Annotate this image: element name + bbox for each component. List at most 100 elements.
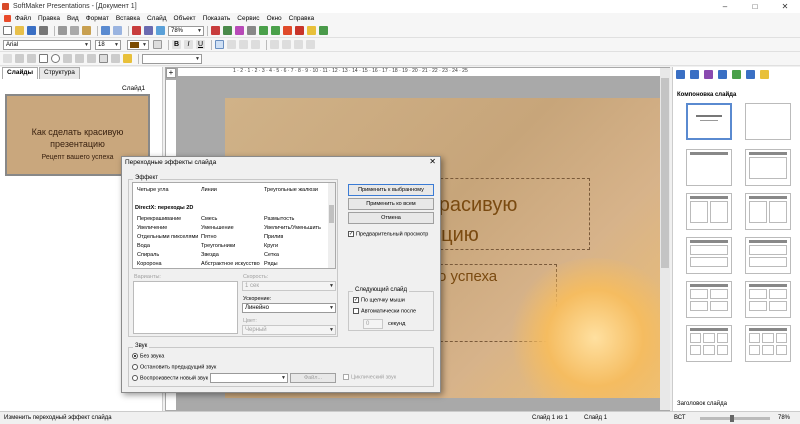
curve-icon[interactable]: [63, 54, 72, 63]
table-icon[interactable]: [144, 26, 153, 35]
effect-item[interactable]: Спираль: [137, 252, 159, 258]
align-left-icon[interactable]: [215, 40, 224, 49]
redo-icon[interactable]: [113, 26, 122, 35]
highlight-icon[interactable]: [153, 40, 162, 49]
scroll-thumb[interactable]: [661, 78, 669, 268]
zoom-slider[interactable]: [700, 414, 770, 422]
image-icon[interactable]: [111, 54, 120, 63]
menu-tools[interactable]: Сервис: [237, 15, 259, 22]
layout-four-content-alt[interactable]: [745, 281, 791, 318]
tab-outline[interactable]: Структура: [39, 67, 80, 79]
layout-content-split[interactable]: [745, 193, 791, 230]
undo-icon[interactable]: [101, 26, 110, 35]
cut-icon[interactable]: [58, 26, 67, 35]
layout-title[interactable]: [686, 103, 732, 140]
apply-all-button[interactable]: Применить ко всем: [348, 198, 434, 210]
favorites-icon[interactable]: [760, 70, 769, 79]
effect-item[interactable]: Треугольные жалюзи: [264, 187, 318, 193]
align-right-icon[interactable]: [239, 40, 248, 49]
effect-item[interactable]: Абстрактное искусство: [201, 261, 260, 267]
layout-title-content[interactable]: [745, 149, 791, 186]
close-button[interactable]: ✕: [770, 0, 800, 13]
justify-icon[interactable]: [251, 40, 260, 49]
menu-object[interactable]: Объект: [174, 15, 196, 22]
text-color-combo[interactable]: ▼: [127, 39, 149, 50]
rectangle-icon[interactable]: [39, 54, 48, 63]
play-sound-radio[interactable]: Воспроизвести новый звук: [132, 375, 208, 381]
auto-after-checkbox[interactable]: Автоматически после: [353, 308, 416, 314]
outdent-icon[interactable]: [306, 40, 315, 49]
cancel-button[interactable]: Отмена: [348, 212, 434, 224]
menu-slide[interactable]: Слайд: [147, 15, 167, 22]
scroll-thumb[interactable]: [329, 205, 334, 223]
bold-icon[interactable]: B: [172, 40, 181, 49]
bullets-icon[interactable]: [282, 40, 291, 49]
animation-icon[interactable]: [271, 26, 280, 35]
background-icon[interactable]: [718, 70, 727, 79]
menu-show[interactable]: Показать: [203, 15, 231, 22]
effect-item[interactable]: Пятно: [201, 234, 217, 240]
effect-item[interactable]: Звезда: [201, 252, 219, 258]
star-icon[interactable]: [307, 26, 316, 35]
style-combo[interactable]: ▼: [142, 53, 202, 64]
layout-icon[interactable]: [676, 70, 685, 79]
effect-item[interactable]: Четыре угла: [137, 187, 169, 193]
effects-scrollbar[interactable]: [328, 183, 335, 268]
effect-item[interactable]: Размытость: [264, 216, 294, 222]
effect-item[interactable]: Треугольники: [201, 243, 235, 249]
select-icon[interactable]: [3, 54, 12, 63]
no-sound-radio[interactable]: Без звука: [132, 353, 164, 359]
zoom-combo[interactable]: 78% ▼: [168, 25, 204, 36]
maximize-button[interactable]: □: [740, 0, 770, 13]
menu-view[interactable]: Вид: [67, 15, 79, 22]
pen-icon[interactable]: [247, 26, 256, 35]
effect-item[interactable]: Отдельными пикселями: [137, 234, 198, 240]
zoom-slider-thumb[interactable]: [730, 414, 734, 422]
numbering-icon[interactable]: [270, 40, 279, 49]
textbox-icon[interactable]: [99, 54, 108, 63]
acceleration-combo[interactable]: Линейно ▼: [242, 303, 336, 313]
ruler-corner-icon[interactable]: +: [166, 68, 176, 78]
objects-icon[interactable]: [746, 70, 755, 79]
font-combo[interactable]: Arial ▼: [3, 39, 91, 50]
menu-format[interactable]: Формат: [86, 15, 109, 22]
master-icon[interactable]: [704, 70, 713, 79]
new-icon[interactable]: [3, 26, 12, 35]
apply-selected-button[interactable]: Применить к выбранному: [348, 184, 434, 196]
align-center-icon[interactable]: [227, 40, 236, 49]
present-icon[interactable]: [319, 26, 328, 35]
menu-help[interactable]: Справка: [289, 15, 315, 22]
line-icon[interactable]: [15, 54, 24, 63]
connector-icon[interactable]: [75, 54, 84, 63]
effect-item[interactable]: Смесь: [201, 216, 217, 222]
star-shape-icon[interactable]: [123, 54, 132, 63]
chart-icon[interactable]: [132, 26, 141, 35]
effect-item[interactable]: Увеличить/Уменьшить: [264, 225, 321, 231]
menu-window[interactable]: Окно: [267, 15, 282, 22]
layout-grid[interactable]: [745, 237, 791, 274]
color-scheme-icon[interactable]: [732, 70, 741, 79]
dialog-close-button[interactable]: ✕: [429, 157, 436, 166]
vertical-scrollbar[interactable]: [660, 68, 670, 410]
open-icon[interactable]: [15, 26, 24, 35]
on-click-checkbox[interactable]: ✓ По щелчку мыши: [353, 297, 405, 303]
transition-icon[interactable]: [259, 26, 268, 35]
minimize-button[interactable]: –: [710, 0, 740, 13]
effect-item[interactable]: Перекрашивание: [137, 216, 181, 222]
preview-checkbox[interactable]: ✓ Предварительный просмотр: [348, 231, 428, 237]
layout-blank[interactable]: [745, 103, 791, 140]
effect-item[interactable]: Вода: [137, 243, 150, 249]
effect-item[interactable]: Увеличение: [137, 225, 167, 231]
design-icon[interactable]: [690, 70, 699, 79]
effect-item[interactable]: Уменьшение: [201, 225, 234, 231]
zoom-icon[interactable]: [156, 26, 165, 35]
effects-list[interactable]: Четыре угла Линии Треугольные жалюзи Dir…: [132, 182, 336, 269]
shape-icon[interactable]: [87, 54, 96, 63]
effect-item[interactable]: Прилив: [264, 234, 283, 240]
layout-six-content-alt[interactable]: [745, 325, 791, 362]
export-icon[interactable]: [283, 26, 292, 35]
picture-icon[interactable]: [223, 26, 232, 35]
draw-icon[interactable]: [235, 26, 244, 35]
layout-title-only[interactable]: [686, 149, 732, 186]
italic-icon[interactable]: I: [184, 40, 193, 49]
